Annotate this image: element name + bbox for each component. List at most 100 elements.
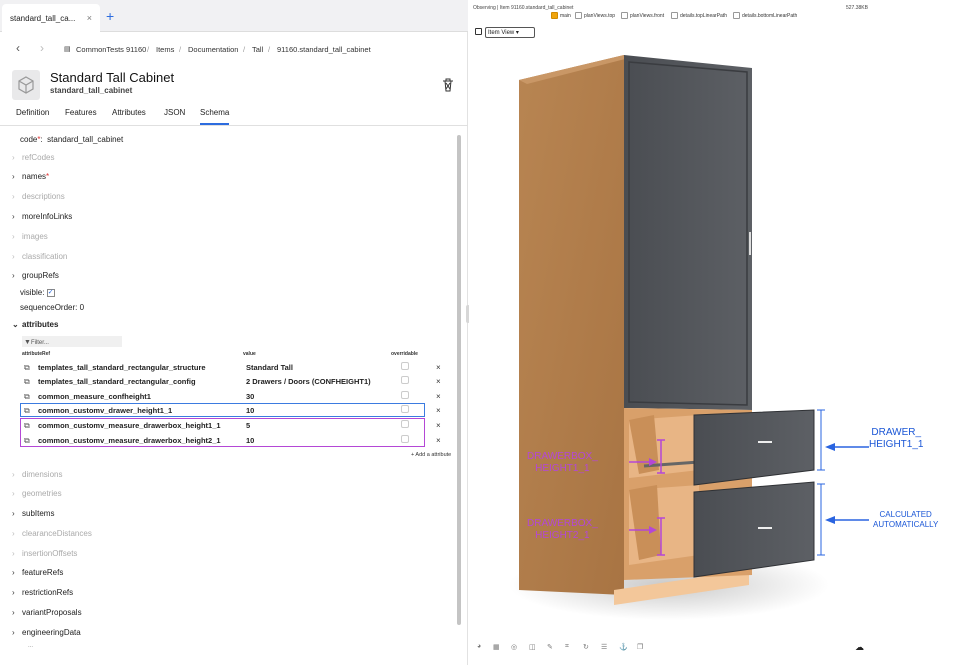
close-icon[interactable]: × [436, 392, 441, 401]
scrollbar[interactable] [457, 135, 461, 625]
close-icon[interactable]: × [436, 436, 441, 445]
annotation-calculated: CALCULATED AUTOMATICALLY [873, 510, 938, 530]
chevron-right-icon: › [12, 549, 15, 558]
attribute-value[interactable]: Standard Tall [246, 363, 293, 372]
attribute-ref[interactable]: templates_tall_standard_rectangular_conf… [38, 377, 196, 386]
tab-features[interactable]: Features [65, 108, 97, 117]
more-indicator: ... [28, 643, 34, 649]
tab-definition[interactable]: Definition [16, 108, 49, 117]
sequence-value[interactable]: 0 [80, 303, 84, 312]
close-icon[interactable]: × [436, 406, 441, 415]
tree-dimensions[interactable]: › dimensions [12, 470, 62, 484]
tree-descriptions[interactable]: › descriptions [12, 192, 65, 206]
tree-moreinfolinks[interactable]: › moreInfoLinks [12, 212, 72, 226]
menu-icon[interactable]: ☰ [601, 643, 607, 651]
tab-attributes[interactable]: Attributes [112, 108, 146, 117]
palette-icon[interactable]: ◕ [477, 643, 481, 650]
table-row: ⧉ templates_tall_standard_rectangular_str… [20, 361, 442, 375]
tab-item[interactable]: standard_tall_ca... × [2, 4, 100, 32]
chevron-right-icon: › [12, 271, 15, 280]
tree-label: groupRefs [22, 271, 59, 280]
target-icon[interactable]: ◎ [511, 643, 517, 651]
chevron-right-icon: › [12, 172, 15, 181]
cabinet-3d-render[interactable] [469, 0, 965, 665]
filter-input[interactable]: ▼Filter... [22, 336, 122, 347]
close-icon[interactable]: × [436, 421, 441, 430]
chevron-right-icon: › [12, 568, 15, 577]
grid-icon[interactable]: ▦ [493, 643, 500, 651]
add-tab-button[interactable]: + [106, 8, 114, 24]
filter-icon: ▼ [24, 339, 31, 346]
back-arrow-icon[interactable]: ‹ [16, 41, 20, 55]
tree-label: featureRefs [22, 568, 64, 577]
page-subtitle: standard_tall_cabinet [50, 86, 133, 95]
forward-arrow-icon[interactable]: › [40, 41, 44, 55]
visible-checkbox[interactable]: ✓ [46, 288, 55, 297]
overridable-checkbox[interactable] [401, 362, 409, 370]
breadcrumb-project[interactable]: CommonTests 91160 [76, 45, 146, 54]
attribute-value[interactable]: 2 Drawers / Doors (CONFHEIGHT1) [246, 377, 371, 386]
sequence-row: sequenceOrder: 0 [20, 303, 84, 317]
tree-featurerefs[interactable]: › featureRefs [12, 568, 63, 582]
tree-restrictionrefs[interactable]: › restrictionRefs [12, 588, 73, 602]
annotation-line: CALCULATED [879, 510, 932, 519]
link-icon[interactable]: ⧉ [24, 392, 30, 402]
tree-subitems[interactable]: › subItems [12, 509, 54, 523]
tree-geometries[interactable]: › geometries [12, 489, 62, 503]
rotate-icon[interactable]: ↻ [583, 643, 589, 651]
link-icon[interactable]: ⧉ [24, 377, 30, 387]
annotation-drawer-height: DRAWER_ HEIGHT1_1 [869, 427, 923, 451]
cube-icon [12, 70, 40, 100]
breadcrumb-items[interactable]: Items [156, 45, 174, 54]
tree-refcodes[interactable]: › refCodes [12, 153, 54, 167]
link-icon[interactable]: ⧉ [24, 363, 30, 373]
chevron-right-icon: › [12, 212, 15, 221]
tree-label: restrictionRefs [22, 588, 74, 597]
copy-icon[interactable]: ❐ [637, 643, 643, 651]
breadcrumb-current: 91160.standard_tall_cabinet [277, 45, 371, 54]
highlight-drawer-height [20, 403, 425, 417]
close-icon[interactable]: × [436, 377, 441, 386]
tree-names[interactable]: › names* [12, 172, 49, 186]
tree-label: moreInfoLinks [22, 212, 73, 221]
overridable-checkbox[interactable] [401, 376, 409, 384]
close-icon[interactable]: × [87, 13, 92, 23]
close-icon[interactable]: × [436, 363, 441, 372]
cloud-icon[interactable]: ☁ [855, 642, 864, 653]
attribute-value[interactable]: 30 [246, 392, 254, 401]
chevron-right-icon: › [12, 192, 15, 201]
annotation-line: HEIGHT1_1 [535, 463, 590, 474]
overridable-checkbox[interactable] [401, 391, 409, 399]
visible-label: visible: [20, 288, 45, 297]
tab-json[interactable]: JSON [164, 108, 185, 117]
tree-images[interactable]: › images [12, 232, 48, 246]
breadcrumb: ‹ › ▤ CommonTests 91160 / Items / Docume… [0, 38, 468, 60]
breadcrumb-tall[interactable]: Tall [252, 45, 263, 54]
attribute-ref[interactable]: templates_tall_standard_rectangular_stru… [38, 363, 206, 372]
tree-clearancedistances[interactable]: › clearanceDistances [12, 529, 92, 543]
tree-label: insertionOffsets [22, 549, 78, 558]
drawer-handle [758, 441, 772, 443]
pencil-icon[interactable]: ✎ [547, 643, 553, 651]
tree-engineeringdata[interactable]: › engineeringData [12, 628, 81, 642]
tree-classification[interactable]: › classification [12, 252, 67, 266]
page-title: Standard Tall Cabinet [50, 70, 175, 85]
tree-insertionoffsets[interactable]: › insertionOffsets [12, 549, 77, 563]
trash-icon[interactable] [441, 78, 455, 92]
layers-icon[interactable]: ◫ [529, 643, 536, 651]
tree-attributes[interactable]: ⌄ attributes [12, 320, 58, 334]
tree-grouprefs[interactable]: › groupRefs [12, 271, 59, 285]
tree-variantproposals[interactable]: › variantProposals [12, 608, 82, 622]
tab-schema[interactable]: Schema [200, 108, 230, 125]
add-attribute-button[interactable]: + Add a attribute [411, 452, 451, 458]
annotation-line: HEIGHT1_1 [869, 439, 924, 450]
code-value[interactable]: standard_tall_cabinet [47, 135, 123, 144]
crop-icon[interactable]: ⌗ [565, 643, 569, 651]
col-header-ref: attributeRef [22, 351, 51, 357]
breadcrumb-documentation[interactable]: Documentation [188, 45, 238, 54]
item-editor-panel: standard_tall_ca... × + ‹ › ▤ CommonTest… [0, 0, 468, 665]
annotation-line: DRAWERBOX_ [527, 451, 598, 462]
cabinet-door [624, 55, 752, 410]
measure-icon[interactable]: ⚓ [619, 643, 628, 651]
attribute-ref[interactable]: common_measure_confheight1 [38, 392, 151, 401]
